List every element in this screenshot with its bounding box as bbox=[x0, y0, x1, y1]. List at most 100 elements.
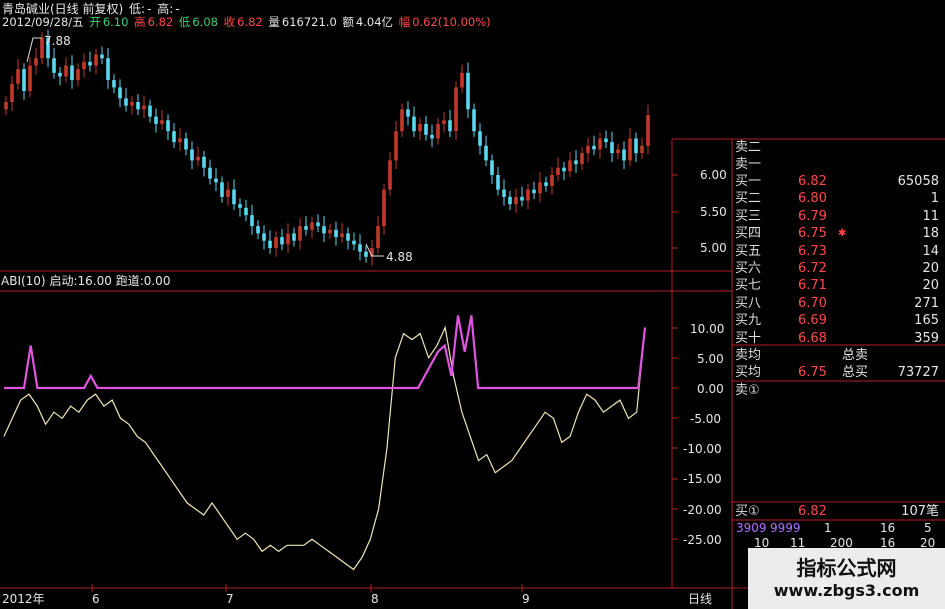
candle-body bbox=[166, 120, 170, 132]
price-tick-6: 6.00 bbox=[700, 168, 727, 182]
candle-body bbox=[58, 72, 62, 77]
ind-tick-10: 10.00 bbox=[690, 322, 725, 336]
bid-volume: 11 bbox=[922, 208, 939, 224]
total-buy-label: 总买 bbox=[842, 365, 869, 380]
ohlc-row: 2012/09/28/五 开 6.10 高 6.82 低 6.08 收 6.82 量 61… bbox=[2, 15, 493, 29]
bid-price: 6.68 bbox=[798, 330, 827, 346]
candle-body bbox=[226, 189, 230, 197]
amount-label: 额 bbox=[342, 15, 354, 29]
runway-line bbox=[3, 325, 646, 571]
candle-body bbox=[220, 182, 224, 197]
candle-body bbox=[298, 226, 302, 241]
candle-body bbox=[538, 182, 542, 194]
ind-tick-m5: -5.00 bbox=[690, 412, 722, 426]
volume-label: 量 bbox=[268, 15, 280, 29]
candle-body bbox=[442, 120, 446, 124]
high-value: - bbox=[175, 2, 180, 16]
bid-label: 买二 bbox=[735, 191, 762, 207]
bid-row[interactable]: 买二 6.80 1 bbox=[732, 190, 945, 207]
candle-body bbox=[100, 54, 104, 59]
low-value: - bbox=[147, 2, 152, 16]
x-label-9: 9 bbox=[522, 592, 530, 606]
ask-row-1[interactable]: 卖一 bbox=[732, 156, 945, 173]
candle-body bbox=[64, 65, 68, 77]
bid-volume: 271 bbox=[914, 295, 939, 311]
x-label-6: 6 bbox=[92, 592, 100, 606]
bid-row[interactable]: 买九 6.69 165 bbox=[732, 312, 945, 329]
candle-body bbox=[28, 65, 32, 92]
ind-tick-m15: -15.00 bbox=[683, 472, 722, 486]
x-label-7: 7 bbox=[226, 592, 234, 606]
candle-body bbox=[184, 138, 188, 150]
bid-row[interactable]: 买三 6.79 11 bbox=[732, 208, 945, 225]
high-label-2: 高 bbox=[134, 15, 146, 29]
min-marker bbox=[365, 243, 384, 257]
sell-one-row: 卖① bbox=[732, 382, 945, 399]
open-label: 开 bbox=[89, 15, 101, 29]
ask-row-2[interactable]: 卖二 bbox=[732, 139, 945, 156]
buy-avg-row: 买均 6.75 总买 73727 bbox=[732, 364, 945, 381]
buy-one-row: 买① 6.82 107笔 bbox=[732, 503, 945, 520]
high-value-2: 6.82 bbox=[147, 15, 174, 29]
candle-body bbox=[388, 160, 392, 190]
candle-body bbox=[262, 233, 266, 241]
chart-title-row: 青岛碱业(日线 前复权) 低: - 高: - bbox=[2, 2, 182, 16]
candle-body bbox=[532, 189, 536, 194]
volume-value: 616721.0 bbox=[281, 15, 337, 29]
candle-body bbox=[88, 61, 92, 66]
buy-one-price: 6.82 bbox=[798, 504, 827, 519]
candle-body bbox=[418, 123, 422, 132]
candle-body bbox=[346, 233, 350, 241]
bid-label: 买八 bbox=[735, 295, 762, 311]
bid-label: 买六 bbox=[735, 261, 762, 276]
low-label: 低: bbox=[129, 2, 146, 16]
bid-row[interactable]: 买八 6.70 271 bbox=[732, 295, 945, 312]
candle-body bbox=[16, 69, 20, 84]
bid-price: 6.79 bbox=[798, 208, 827, 224]
candle-body bbox=[628, 138, 632, 161]
candle-body bbox=[316, 222, 320, 227]
bid-row[interactable]: 买七 6.71 20 bbox=[732, 277, 945, 294]
run-value: 0.00 bbox=[143, 274, 171, 288]
candle-body bbox=[172, 131, 176, 143]
bid-row[interactable]: 买四 6.75 ✱ 18 bbox=[732, 225, 945, 242]
candle-body bbox=[436, 123, 440, 139]
max-price-label: 7.88 bbox=[44, 34, 71, 48]
bid-row[interactable]: 买六 6.72 20 bbox=[732, 260, 945, 277]
candle-body bbox=[148, 105, 152, 117]
bid-row[interactable]: 买一 6.82 65058 bbox=[732, 173, 945, 190]
candle-body bbox=[82, 61, 86, 70]
candle-body bbox=[286, 233, 290, 245]
candle-body bbox=[400, 109, 404, 132]
close-value: 6.82 bbox=[237, 15, 263, 29]
candle-body bbox=[112, 80, 116, 88]
candle-body bbox=[574, 160, 578, 165]
buy-one-label: 买① bbox=[735, 504, 760, 519]
candle-body bbox=[304, 226, 308, 230]
candle-body bbox=[460, 72, 464, 88]
candle-body bbox=[382, 189, 386, 227]
min-price-label: 4.88 bbox=[386, 250, 413, 264]
watermark-url: www.zbgs3.com bbox=[773, 581, 920, 600]
candle-body bbox=[544, 182, 548, 186]
candle-body bbox=[328, 229, 332, 234]
watermark-title: 指标公式网 bbox=[796, 556, 897, 580]
candle-body bbox=[70, 65, 74, 81]
candle-body bbox=[178, 138, 182, 143]
stock-chart-window[interactable]: 青岛碱业(日线 前复权) 低: - 高: - 2012/09/28/五 开 6.10 … bbox=[0, 0, 945, 609]
candle-body bbox=[52, 58, 56, 73]
bid-label: 买五 bbox=[735, 243, 762, 259]
x-label-year: 2012年 bbox=[2, 592, 45, 606]
candle-body bbox=[472, 109, 476, 132]
candle-body bbox=[124, 98, 128, 106]
period-label[interactable]: 日线 bbox=[688, 592, 712, 606]
candle-body bbox=[106, 58, 110, 81]
bid-row[interactable]: 买五 6.73 14 bbox=[732, 243, 945, 260]
bid-label: 买四 bbox=[735, 226, 762, 242]
candle-body bbox=[622, 149, 626, 161]
candle-body bbox=[646, 115, 650, 146]
candle-body bbox=[364, 251, 368, 257]
bid-price: 6.82 bbox=[798, 174, 827, 189]
sell-avg-label: 卖均 bbox=[735, 348, 762, 363]
bid-row[interactable]: 买十 6.68 359 bbox=[732, 330, 945, 347]
